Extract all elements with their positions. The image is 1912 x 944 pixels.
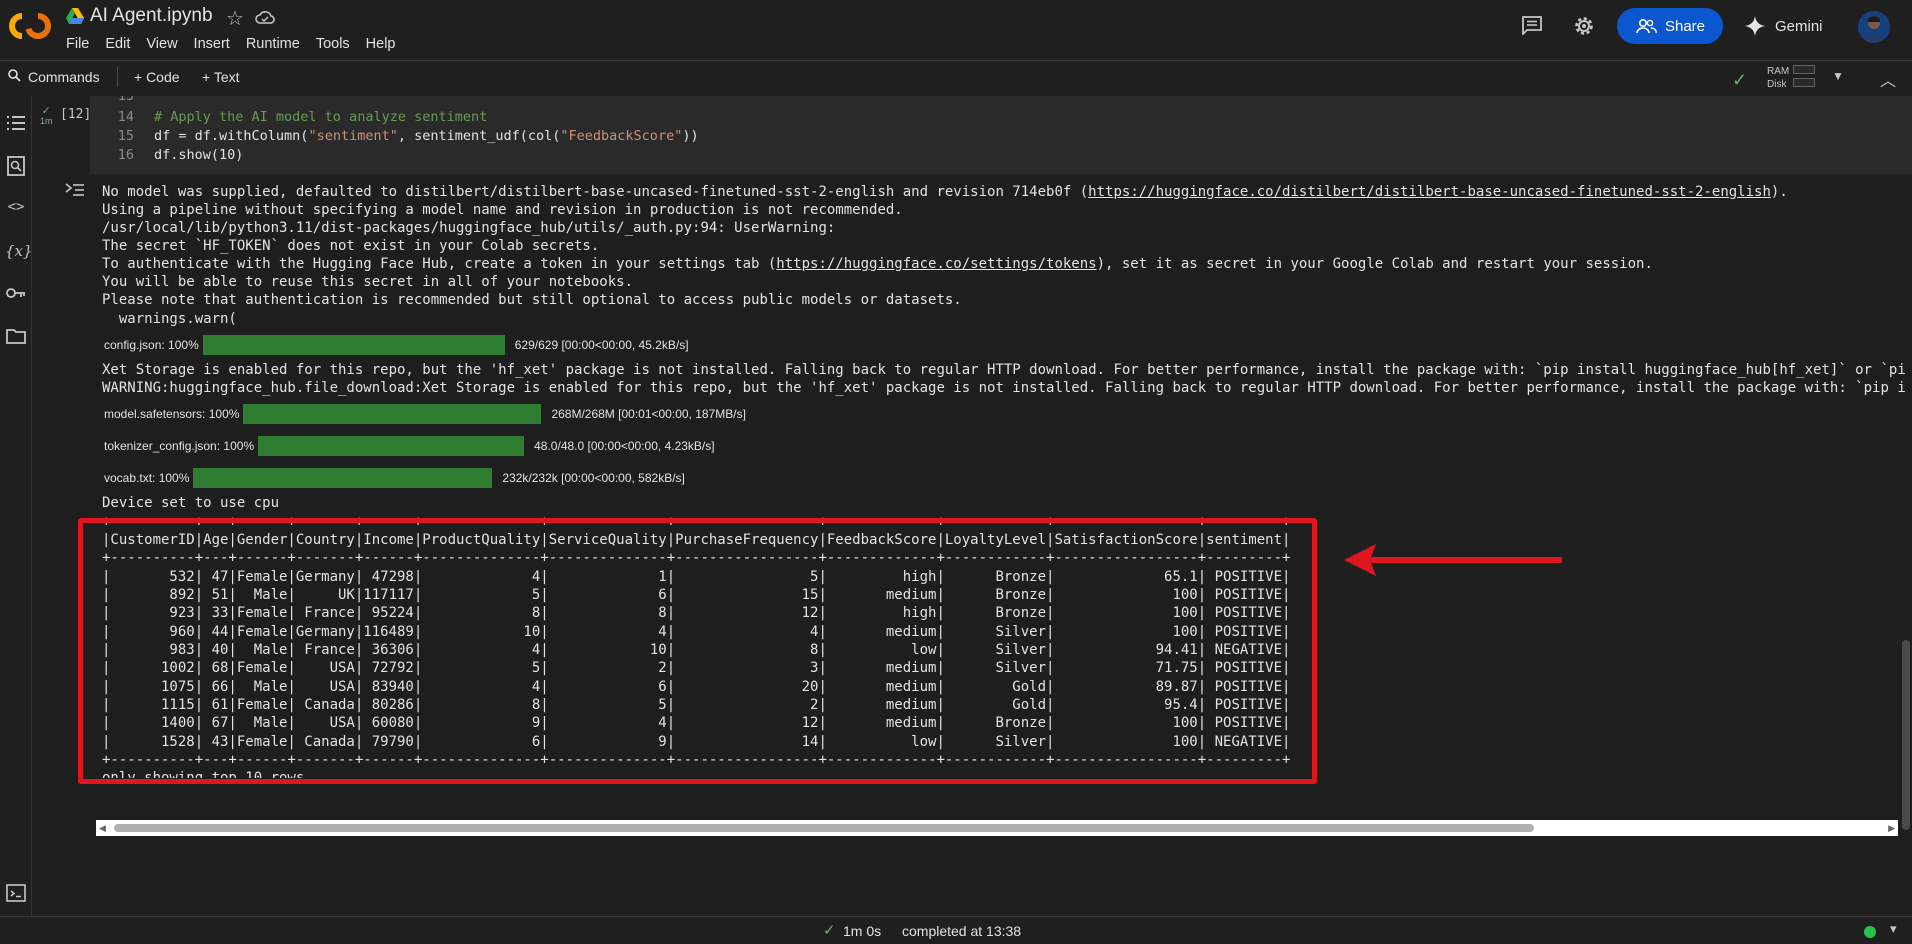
- comment-icon[interactable]: [1521, 15, 1543, 35]
- output-text-line: Please note that authentication is recom…: [102, 292, 962, 308]
- run-success-check-icon: ✓: [41, 105, 51, 117]
- find-replace-icon[interactable]: [5, 156, 27, 178]
- output-text-line: You will be able to reuse this secret in…: [102, 274, 634, 290]
- progress-bar: [243, 404, 542, 424]
- code-line: 14 # Apply the AI model to analyze sentim…: [117, 109, 488, 125]
- secrets-key-icon[interactable]: [5, 286, 27, 308]
- connection-status-dot[interactable]: [1864, 926, 1876, 938]
- header: AI Agent.ipynb ☆ File Edit View Insert R…: [0, 0, 1912, 58]
- progress-bar: [193, 468, 493, 488]
- gemini-button[interactable]: Gemini: [1745, 8, 1823, 44]
- resources-labels[interactable]: RAM Disk: [1767, 65, 1789, 91]
- table-of-contents-icon[interactable]: [5, 114, 27, 136]
- files-folder-icon[interactable]: [5, 328, 27, 350]
- user-avatar-icon: [1858, 11, 1890, 43]
- scrollbar-thumb[interactable]: [114, 824, 1534, 832]
- red-arrow-annotation: [1344, 544, 1562, 576]
- download-progress-vocab: vocab.txt: 100% 232k/232k [00:00<00:00, …: [104, 467, 685, 489]
- add-code-button[interactable]: + Code: [134, 69, 180, 85]
- chevron-up-icon[interactable]: ︿: [1880, 67, 1896, 91]
- output-text-line: No model was supplied, defaulted to dist…: [102, 184, 1788, 200]
- execution-status[interactable]: ✓ 1m: [40, 105, 53, 127]
- output-actions-icon[interactable]: [65, 182, 85, 198]
- search-icon[interactable]: [8, 69, 21, 85]
- runtime-dropdown-icon[interactable]: ▼: [1832, 69, 1844, 83]
- status-bar: ✓ 1m 0s completed at 13:38 ▾: [0, 916, 1912, 944]
- execution-count: [12]: [60, 107, 92, 122]
- code-snippets-icon[interactable]: <>: [5, 199, 27, 221]
- vertical-scrollbar[interactable]: [1902, 640, 1910, 830]
- toolbar-divider: [117, 67, 118, 87]
- output-text-line: WARNING:huggingface_hub.file_download:Xe…: [102, 380, 1906, 396]
- drive-icon[interactable]: [66, 8, 84, 24]
- output-text-line: warnings.warn(: [102, 311, 237, 327]
- colab-logo-icon[interactable]: [8, 10, 52, 42]
- left-sidebar: <> {x}: [0, 96, 33, 916]
- gemini-label: Gemini: [1775, 17, 1823, 35]
- code-editor[interactable]: 13 14 # Apply the AI model to analyze sen…: [90, 96, 1912, 174]
- menu-insert[interactable]: Insert: [194, 36, 230, 52]
- chevron-down-icon[interactable]: ▾: [1890, 921, 1897, 937]
- share-label: Share: [1664, 17, 1706, 35]
- download-progress-model: model.safetensors: 100% 268M/268M [00:01…: [104, 403, 746, 425]
- people-icon: [1636, 18, 1657, 34]
- gemini-sparkle-icon: [1745, 16, 1765, 36]
- code-line: 15 df = df.withColumn("sentiment", sentim…: [117, 128, 699, 144]
- menu-edit[interactable]: Edit: [105, 36, 130, 52]
- tokens-link[interactable]: https://huggingface.co/settings/tokens: [776, 256, 1096, 272]
- execution-duration[interactable]: 1m 0s: [843, 923, 881, 939]
- terminal-icon[interactable]: [6, 884, 26, 902]
- scroll-right-icon[interactable]: ▶: [1888, 823, 1895, 834]
- notebook-toolbar: Commands + Code + Text ✓ RAM Disk ▼ ︿: [0, 60, 1912, 94]
- menu-file[interactable]: File: [66, 36, 89, 52]
- output-text-line: Xet Storage is enabled for this repo, bu…: [102, 362, 1906, 378]
- gear-icon[interactable]: [1572, 14, 1596, 38]
- download-progress-config: config.json: 100% 629/629 [00:00<00:00, …: [104, 334, 689, 356]
- ram-label: RAM: [1767, 66, 1790, 77]
- cloud-saved-icon[interactable]: [255, 9, 275, 25]
- scroll-left-icon[interactable]: ◀: [99, 823, 106, 834]
- output-text-line: Device set to use cpu: [102, 495, 280, 511]
- commands-button[interactable]: Commands: [28, 69, 100, 85]
- avatar[interactable]: [1858, 11, 1890, 43]
- status-check-icon: ✓: [823, 922, 836, 939]
- add-text-button[interactable]: + Text: [202, 69, 240, 85]
- notebook-title[interactable]: AI Agent.ipynb: [90, 5, 213, 27]
- execution-time: 1m: [40, 116, 53, 126]
- download-progress-tokenizer: tokenizer_config.json: 100% 48.0/48.0 [0…: [104, 435, 715, 457]
- menu-help[interactable]: Help: [366, 36, 396, 52]
- output-text-line: To authenticate with the Hugging Face Hu…: [102, 256, 1653, 272]
- progress-bar: [202, 335, 505, 355]
- highlight-box: [78, 518, 1317, 784]
- output-text-line: Using a pipeline without specifying a mo…: [102, 202, 903, 218]
- share-button[interactable]: Share: [1617, 8, 1723, 44]
- model-link[interactable]: https://huggingface.co/distilbert/distil…: [1088, 184, 1771, 200]
- connected-check-icon: ✓: [1732, 70, 1748, 90]
- code-line: 16 df.show(10): [117, 147, 244, 163]
- output-text-line: /usr/local/lib/python3.11/dist-packages/…: [102, 220, 836, 236]
- output-text-line: The secret `HF_TOKEN` does not exist in …: [102, 238, 600, 254]
- completed-status[interactable]: completed at 13:38: [902, 923, 1021, 939]
- menu-tools[interactable]: Tools: [316, 36, 350, 52]
- star-icon[interactable]: ☆: [226, 6, 244, 31]
- menu-view[interactable]: View: [146, 36, 177, 52]
- horizontal-scrollbar[interactable]: ◀ ▶: [96, 820, 1898, 836]
- ram-meter[interactable]: [1793, 65, 1815, 74]
- menu-runtime[interactable]: Runtime: [246, 36, 300, 52]
- progress-bar: [258, 436, 525, 456]
- code-line: 13: [117, 96, 134, 104]
- disk-label: Disk: [1767, 79, 1787, 90]
- variables-icon[interactable]: {x}: [5, 242, 33, 264]
- disk-meter[interactable]: [1793, 78, 1815, 87]
- menu-bar: File Edit View Insert Runtime Tools Help: [66, 36, 412, 52]
